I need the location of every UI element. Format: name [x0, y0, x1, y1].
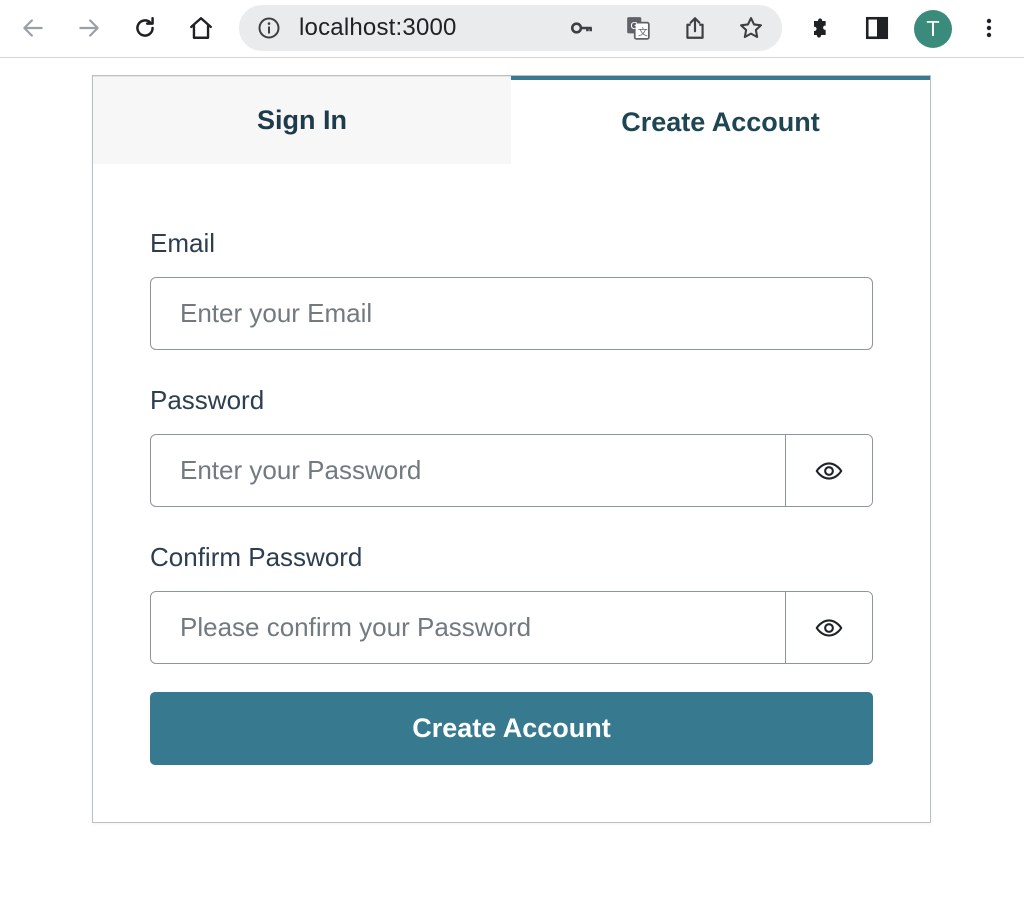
forward-button[interactable]: [70, 9, 108, 47]
reload-icon: [136, 17, 154, 37]
bookmark-button[interactable]: [738, 15, 764, 41]
extensions-button[interactable]: [802, 9, 840, 47]
back-icon: [23, 19, 43, 37]
bookmark-star-icon: [740, 17, 762, 39]
side-panel-icon: [865, 16, 889, 40]
confirm-password-field-wrapper: [150, 591, 873, 664]
site-info-button[interactable]: [257, 16, 281, 40]
svg-text:文: 文: [638, 26, 648, 39]
password-field[interactable]: [151, 435, 785, 506]
password-key-button[interactable]: [569, 15, 595, 41]
side-panel-button[interactable]: [858, 9, 896, 47]
confirm-password-label: Confirm Password: [150, 542, 363, 572]
tab-create-account[interactable]: Create Account: [511, 76, 930, 164]
auth-card: Sign In Create Account Email Password Co…: [92, 75, 931, 823]
email-label: Email: [150, 228, 216, 258]
share-icon: [686, 17, 704, 39]
translate-icon: G 文: [627, 17, 650, 40]
create-account-button[interactable]: Create Account: [150, 692, 873, 765]
menu-button[interactable]: [970, 9, 1008, 47]
menu-icon: [986, 18, 992, 38]
forward-icon: [79, 19, 99, 37]
address-bar[interactable]: localhost:3000 G 文: [239, 5, 782, 51]
confirm-password-field[interactable]: [151, 592, 785, 663]
toggle-confirm-password-visibility-button[interactable]: [785, 592, 872, 663]
tab-sign-in[interactable]: Sign In: [93, 76, 511, 164]
home-button[interactable]: [182, 9, 220, 47]
password-key-icon: [570, 22, 592, 34]
toggle-password-visibility-button[interactable]: [785, 435, 872, 506]
password-field-wrapper: [150, 434, 873, 507]
back-button[interactable]: [14, 9, 52, 47]
reload-button[interactable]: [126, 9, 164, 47]
browser-toolbar: localhost:3000 G 文 T: [0, 0, 1024, 58]
password-label: Password: [150, 385, 265, 415]
translate-button[interactable]: G 文: [625, 15, 651, 41]
email-field-wrapper: [150, 277, 873, 350]
auth-tabs: Sign In Create Account: [93, 76, 930, 164]
svg-text:G: G: [630, 21, 638, 32]
email-field[interactable]: [151, 278, 872, 349]
url-text[interactable]: localhost:3000: [299, 16, 457, 40]
eye-icon: [815, 461, 843, 480]
share-button[interactable]: [682, 15, 708, 41]
eye-icon: [815, 618, 843, 637]
home-icon: [190, 17, 212, 39]
site-info-icon: [258, 17, 280, 39]
profile-avatar[interactable]: T: [914, 10, 952, 48]
extensions-icon: [814, 18, 826, 38]
